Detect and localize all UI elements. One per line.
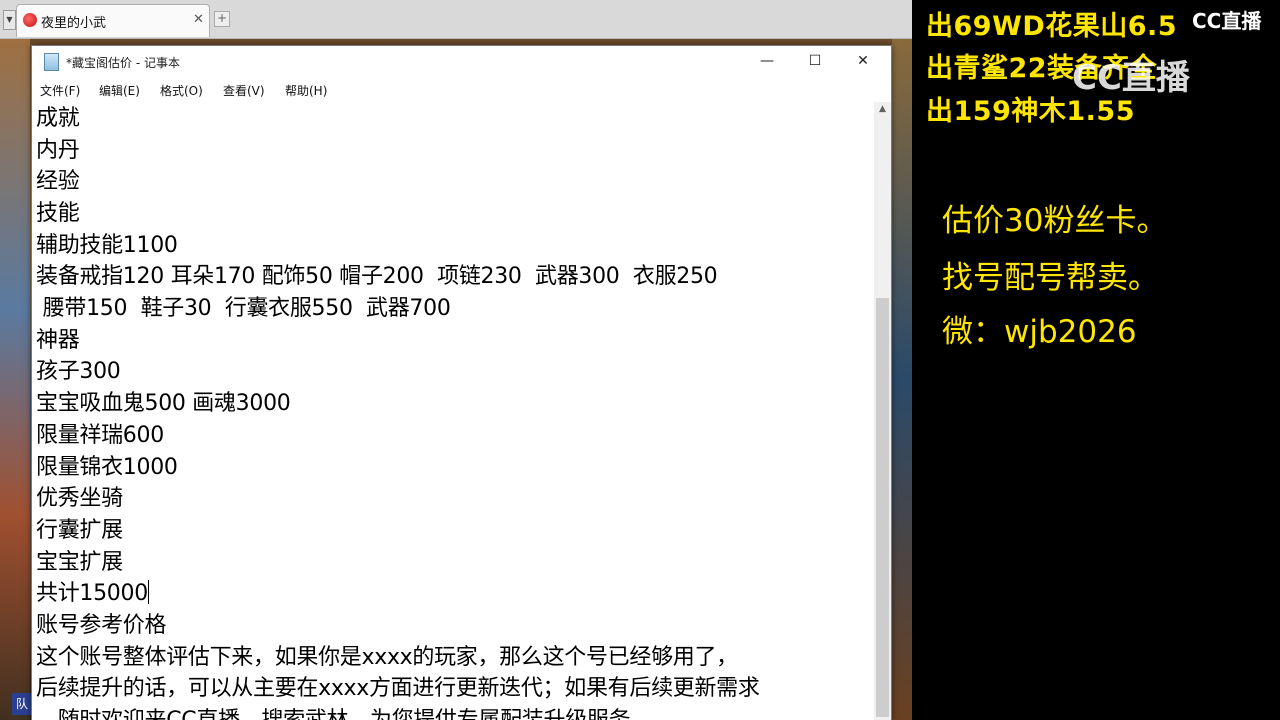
site-favicon-icon [23, 13, 37, 27]
stream-overlay: 出69WD花果山6.5 出青鲨22装备齐全 出159神木1.55 CC直播 CC… [912, 0, 1280, 720]
tab-title: 夜里的小武 [41, 16, 107, 31]
text-caret [147, 580, 149, 604]
menu-file[interactable]: 文件(F) [40, 82, 80, 99]
text-line: 宝宝吸血鬼500 画魂3000 [36, 391, 291, 416]
text-line: 限量锦衣1000 [36, 455, 178, 480]
text-editor[interactable]: 成就 内丹 经验 技能 辅助技能1100 装备戒指120 耳朵170 配饰50 … [32, 102, 874, 720]
new-tab-button[interactable]: + [214, 11, 230, 27]
cc-live-logo-small: CC直播 [1192, 9, 1262, 33]
promo-line: 出69WD花果山6.5 [926, 11, 1178, 42]
notepad-title-bar[interactable]: *藏宝阁估价 - 记事本 — ☐ ✕ [32, 46, 891, 76]
text-line: 辅助技能1100 [36, 233, 178, 258]
text-line: 神器 [36, 328, 80, 353]
menu-edit[interactable]: 编辑(E) [99, 82, 140, 99]
scroll-thumb[interactable] [876, 298, 889, 717]
text-line: 限量祥瑞600 [36, 423, 164, 448]
info-line: 找号配号帮卖。 [942, 260, 1159, 296]
menu-help[interactable]: 帮助(H) [285, 82, 327, 99]
text-line: 成就 [36, 106, 80, 131]
maximize-button[interactable]: ☐ [791, 46, 839, 76]
text-line: ，随时欢迎来CC直播，搜索武林，为您提供专属配装升级服务 [36, 705, 631, 720]
browser-tab[interactable]: 夜里的小武 ✕ [16, 4, 210, 37]
text-line: 行囊扩展 [36, 518, 123, 543]
notepad-icon [44, 53, 59, 71]
game-team-chip[interactable]: 队 [12, 693, 32, 715]
text-line: 优秀坐骑 [36, 486, 123, 511]
cc-live-logo-watermark: CC直播 [1072, 58, 1190, 98]
info-line: 估价30粉丝卡。 [942, 203, 1168, 239]
text-line: 内丹 [36, 138, 80, 163]
text-line: 账号参考价格 [36, 613, 167, 638]
text-line-with-caret: 共计15000 [36, 578, 149, 610]
menu-format[interactable]: 格式(O) [160, 82, 203, 99]
menu-view[interactable]: 查看(V) [223, 82, 265, 99]
vertical-scrollbar[interactable]: ▲ [874, 102, 891, 720]
info-line: 微：wjb2026 [942, 314, 1137, 350]
text-line: 技能 [36, 201, 80, 226]
close-button[interactable]: ✕ [839, 46, 887, 76]
tab-close-icon[interactable]: ✕ [193, 12, 204, 27]
scroll-up-icon[interactable]: ▲ [874, 104, 891, 118]
text-line: 腰带150 鞋子30 行囊衣服550 武器700 [36, 296, 451, 321]
text-line: 装备戒指120 耳朵170 配饰50 帽子200 项链230 武器300 衣服2… [36, 264, 718, 289]
browser-tab-bar: ▼ 夜里的小武 ✕ + [0, 0, 912, 39]
text-line: 这个账号整体评估下来，如果你是xxxx的玩家，那么这个号已经够用了， [36, 645, 738, 670]
tab-menu-arrow-icon[interactable]: ▼ [3, 10, 16, 30]
text-line: 共计15000 [36, 581, 148, 606]
notepad-window: *藏宝阁估价 - 记事本 — ☐ ✕ 文件(F) 编辑(E) 格式(O) 查看(… [31, 45, 892, 720]
game-right-strip [892, 36, 912, 720]
text-line: 经验 [36, 169, 80, 194]
text-line: 宝宝扩展 [36, 550, 123, 575]
window-title: *藏宝阁估价 - 记事本 [66, 56, 180, 70]
text-line: 后续提升的话，可以从主要在xxxx方面进行更新迭代；如果有后续更新需求 [36, 676, 760, 701]
game-left-strip [0, 36, 30, 720]
minimize-button[interactable]: — [743, 46, 791, 76]
text-line: 孩子300 [36, 359, 121, 384]
menu-bar: 文件(F) 编辑(E) 格式(O) 查看(V) 帮助(H) [32, 78, 891, 102]
